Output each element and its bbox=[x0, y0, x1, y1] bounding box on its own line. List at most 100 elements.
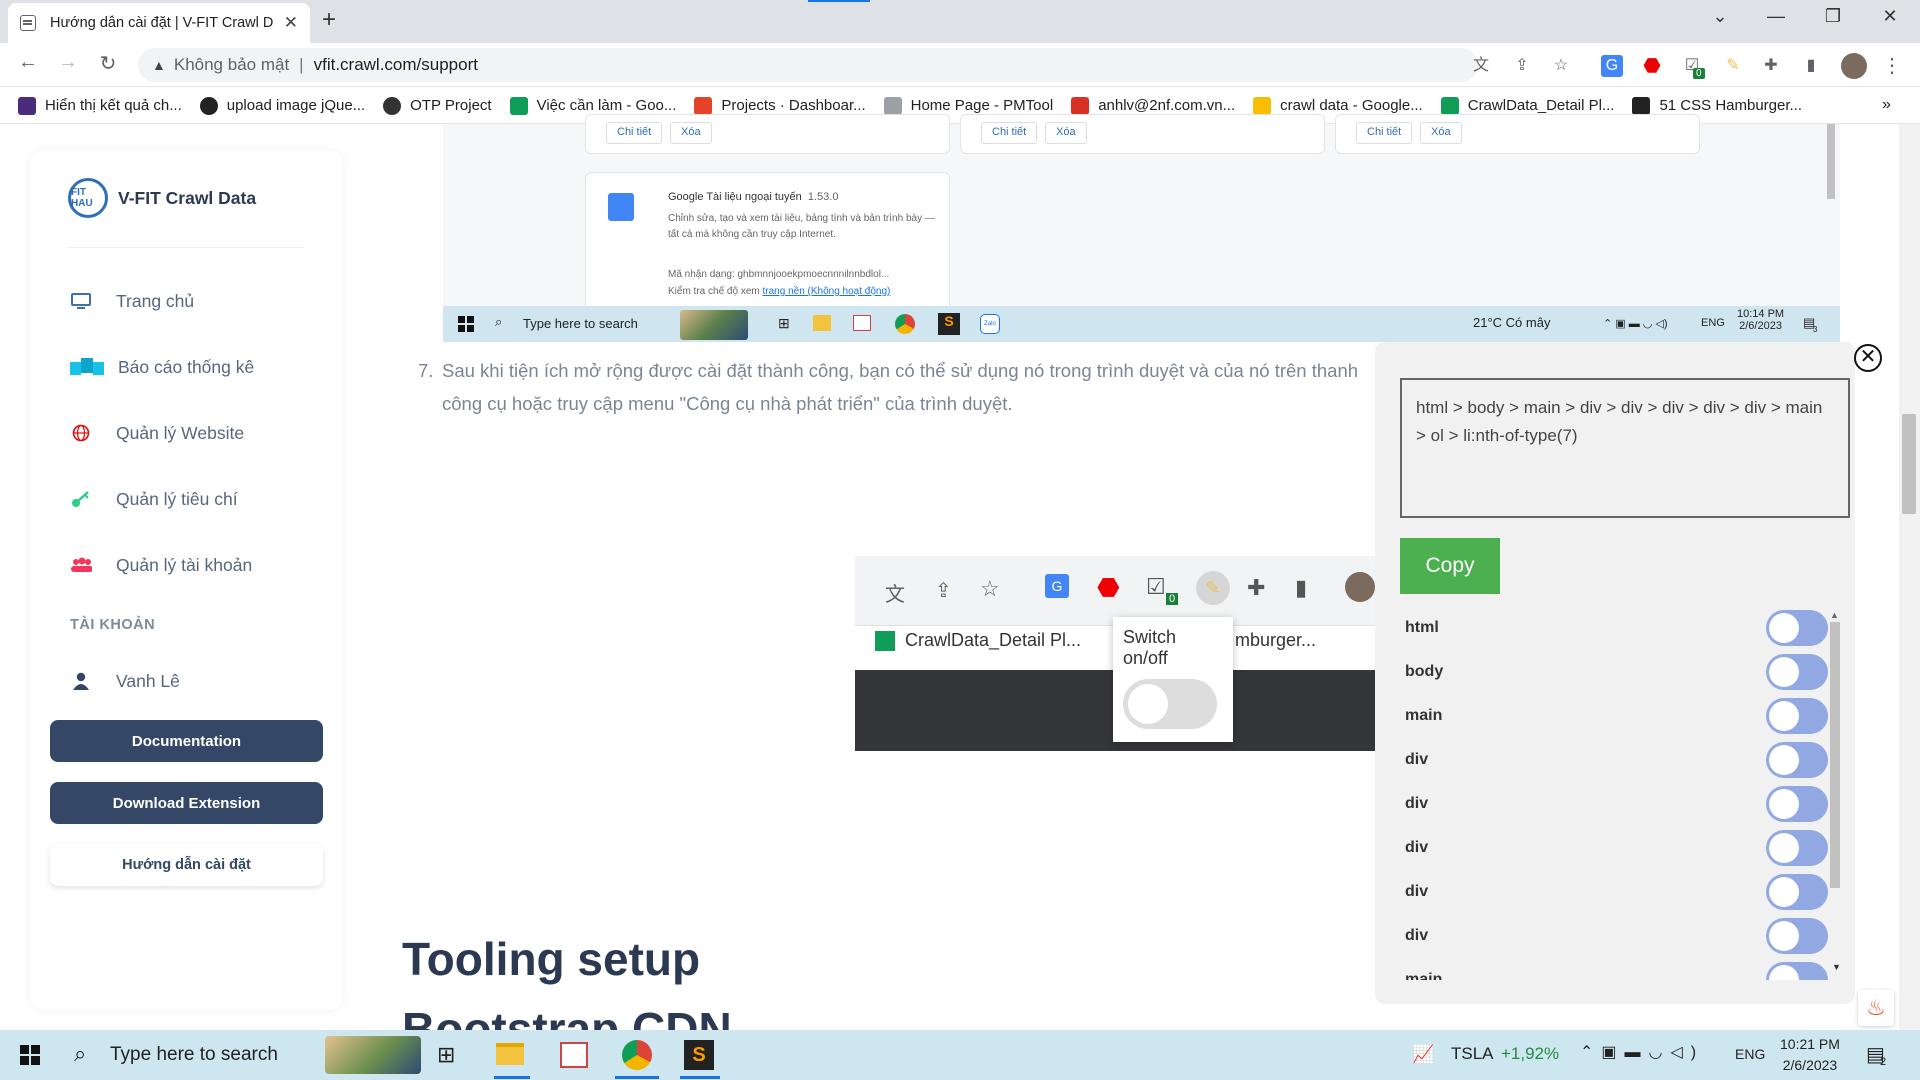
crawl-ext-icon[interactable]: ✎ bbox=[1722, 55, 1744, 77]
bookmark-item[interactable]: CrawlData_Detail Pl... bbox=[1440, 96, 1614, 115]
sidebar-item-websites[interactable]: Quản lý Website bbox=[70, 422, 244, 444]
search-icon[interactable]: ⌕ bbox=[74, 1041, 86, 1067]
lang-text: ENG bbox=[1701, 317, 1725, 329]
bookmark-item[interactable]: Projects · Dashboar... bbox=[694, 96, 866, 115]
adblock-ext-icon[interactable]: ⬣ bbox=[1641, 55, 1663, 77]
tag-toggle[interactable] bbox=[1766, 654, 1828, 690]
bookmark-label: Việc cần làm - Goo... bbox=[536, 97, 677, 114]
page-scrollbar[interactable] bbox=[1899, 124, 1920, 1030]
bookmark-item[interactable]: Home Page - PMTool bbox=[883, 96, 1053, 115]
bookmark-item[interactable]: 51 CSS Hamburger... bbox=[1632, 96, 1802, 115]
bookmark-star-icon[interactable]: ☆ bbox=[1550, 55, 1572, 77]
forward-icon[interactable]: → bbox=[54, 51, 82, 74]
tag-row: div bbox=[1400, 826, 1840, 870]
translate-icon[interactable]: 文 bbox=[1470, 55, 1492, 77]
taskbar-search-text[interactable]: Type here to search bbox=[110, 1044, 278, 1066]
bookmark-item[interactable]: Hiển thị kết quả ch... bbox=[18, 96, 182, 115]
window-close-icon[interactable]: ✕ bbox=[1870, 6, 1910, 27]
step-7-paragraph: 7. Sau khi tiện ích mở rộng được cài đặt… bbox=[418, 354, 1378, 420]
bookmark-favicon-icon bbox=[199, 96, 218, 115]
tag-toggle[interactable] bbox=[1766, 786, 1828, 822]
tag-toggle[interactable] bbox=[1766, 918, 1828, 954]
tooling-heading: Tooling setup bbox=[402, 933, 701, 985]
bookmark-item[interactable]: anhlv@2nf.com.vn... bbox=[1071, 96, 1235, 115]
translate-icon: 文 bbox=[885, 584, 905, 606]
back-icon[interactable]: ← bbox=[14, 51, 42, 74]
more-bookmarks-icon[interactable]: » bbox=[1882, 96, 1891, 114]
sidebar-item-home[interactable]: Trang chủ bbox=[70, 290, 194, 312]
bootstrap-heading: Bootstrap CDN bbox=[402, 1003, 732, 1030]
side-panel-icon[interactable]: ▮ bbox=[1800, 55, 1822, 77]
panel-scrollbar[interactable] bbox=[1830, 622, 1840, 888]
panel-scroll-down-icon[interactable]: ▼ bbox=[1832, 962, 1841, 972]
fire-icon[interactable]: ♨ bbox=[1858, 990, 1894, 1026]
tab-search-icon[interactable]: ⌄ bbox=[1700, 6, 1740, 27]
close-tab-icon[interactable]: ✕ bbox=[284, 13, 298, 33]
install-guide-button[interactable]: Hướng dẫn cài đặt bbox=[50, 844, 323, 886]
profile-avatar[interactable] bbox=[1841, 53, 1867, 79]
sidebar-item-reports[interactable]: Báo cáo thống kê bbox=[70, 356, 254, 378]
close-panel-button[interactable]: ✕ bbox=[1854, 344, 1882, 372]
chrome-menu-icon[interactable]: ⋮ bbox=[1881, 55, 1903, 77]
stock-chart-icon[interactable]: 📈 bbox=[1412, 1044, 1434, 1065]
bookmark-item[interactable]: upload image jQue... bbox=[199, 96, 365, 115]
tag-toggle[interactable] bbox=[1766, 698, 1828, 734]
file-explorer-icon[interactable] bbox=[496, 1043, 524, 1065]
sidebar-item-accounts[interactable]: Quản lý tài khoản bbox=[70, 554, 252, 576]
search-highlight-image[interactable] bbox=[325, 1036, 421, 1074]
key-icon bbox=[70, 488, 92, 510]
tag-toggle[interactable] bbox=[1766, 962, 1828, 980]
user-icon bbox=[70, 670, 92, 692]
tag-toggle[interactable] bbox=[1766, 874, 1828, 910]
stock-change[interactable]: +1,92% bbox=[1501, 1044, 1559, 1064]
sidebar-divider bbox=[68, 247, 304, 248]
sidebar-item-user[interactable]: Vanh Lê bbox=[70, 670, 180, 692]
copy-button[interactable]: Copy bbox=[1400, 538, 1500, 594]
warning-icon[interactable]: ▲ bbox=[152, 57, 166, 73]
lang-text[interactable]: ENG bbox=[1735, 1046, 1765, 1062]
address-separator: | bbox=[299, 55, 304, 74]
stock-name[interactable]: TSLA bbox=[1451, 1044, 1494, 1064]
minimize-icon[interactable]: — bbox=[1756, 6, 1796, 27]
browser-tab[interactable]: Hướng dẫn cài đặt | V-FIT Crawl D ✕ bbox=[8, 3, 310, 43]
toolbar-row: 文 ⇪ ☆ G ⬣ ☑ 0 ✎ ✚ ▮ bbox=[855, 556, 1375, 626]
bookmark-item[interactable]: Việc cần làm - Goo... bbox=[509, 96, 677, 115]
panel-scroll-up-icon[interactable]: ▲ bbox=[1830, 610, 1839, 620]
step-text: Sau khi tiện ích mở rộng được cài đặt th… bbox=[442, 360, 1359, 414]
reload-icon[interactable]: ↻ bbox=[94, 51, 122, 76]
notification-count: 3 bbox=[1813, 325, 1818, 334]
tab-title: Hướng dẫn cài đặt | V-FIT Crawl D bbox=[50, 15, 274, 31]
url-text: vfit.crawl.com/support bbox=[313, 55, 478, 74]
system-tray-icons[interactable]: ⌃▣▬◡◁) bbox=[1580, 1042, 1704, 1062]
documentation-button[interactable]: Documentation bbox=[50, 720, 323, 762]
clock: 10:14 PM 2/6/2023 bbox=[1737, 308, 1784, 332]
windows-start-icon[interactable] bbox=[20, 1045, 40, 1065]
chrome-icon[interactable] bbox=[622, 1040, 652, 1070]
maximize-icon[interactable]: ❐ bbox=[1813, 6, 1853, 27]
selector-textarea[interactable]: html > body > main > div > div > div > d… bbox=[1400, 378, 1850, 518]
sidebar-item-criteria[interactable]: Quản lý tiêu chí bbox=[70, 488, 238, 510]
clock[interactable]: 10:21 PM 2/6/2023 bbox=[1780, 1034, 1840, 1076]
adblock-ext-icon: ⬣ bbox=[1097, 572, 1120, 602]
task-view-icon[interactable]: ⊞ bbox=[437, 1042, 455, 1068]
address-bar[interactable]: ▲ Không bảo mật | vfit.crawl.com/support bbox=[138, 48, 1478, 82]
new-tab-button[interactable]: + bbox=[322, 6, 336, 34]
tag-row: div bbox=[1400, 870, 1840, 914]
page-scrollbar-thumb[interactable] bbox=[1902, 414, 1916, 514]
google-translate-ext-icon[interactable]: G bbox=[1601, 55, 1623, 77]
tag-toggle[interactable] bbox=[1766, 830, 1828, 866]
bookmark-item[interactable]: OTP Project bbox=[383, 96, 492, 115]
bookmark-item[interactable]: crawl data - Google... bbox=[1253, 96, 1423, 115]
extensions-puzzle-icon[interactable]: ✚ bbox=[1760, 55, 1782, 77]
snipping-tool-icon[interactable] bbox=[560, 1042, 588, 1068]
extension-card: Chi tiết Xóa bbox=[960, 114, 1325, 154]
sublime-icon: S bbox=[938, 313, 960, 335]
brand-logo[interactable]: FIT HAU V-FIT Crawl Data bbox=[68, 178, 256, 218]
clock-time: 10:14 PM bbox=[1737, 308, 1785, 320]
sublime-text-icon[interactable]: S bbox=[684, 1040, 714, 1070]
extension-card: Chi tiết Xóa bbox=[1335, 114, 1700, 154]
tag-toggle[interactable] bbox=[1766, 742, 1828, 778]
tag-toggle[interactable] bbox=[1766, 610, 1828, 646]
download-extension-button[interactable]: Download Extension bbox=[50, 782, 323, 824]
share-icon[interactable]: ⇪ bbox=[1511, 55, 1533, 77]
